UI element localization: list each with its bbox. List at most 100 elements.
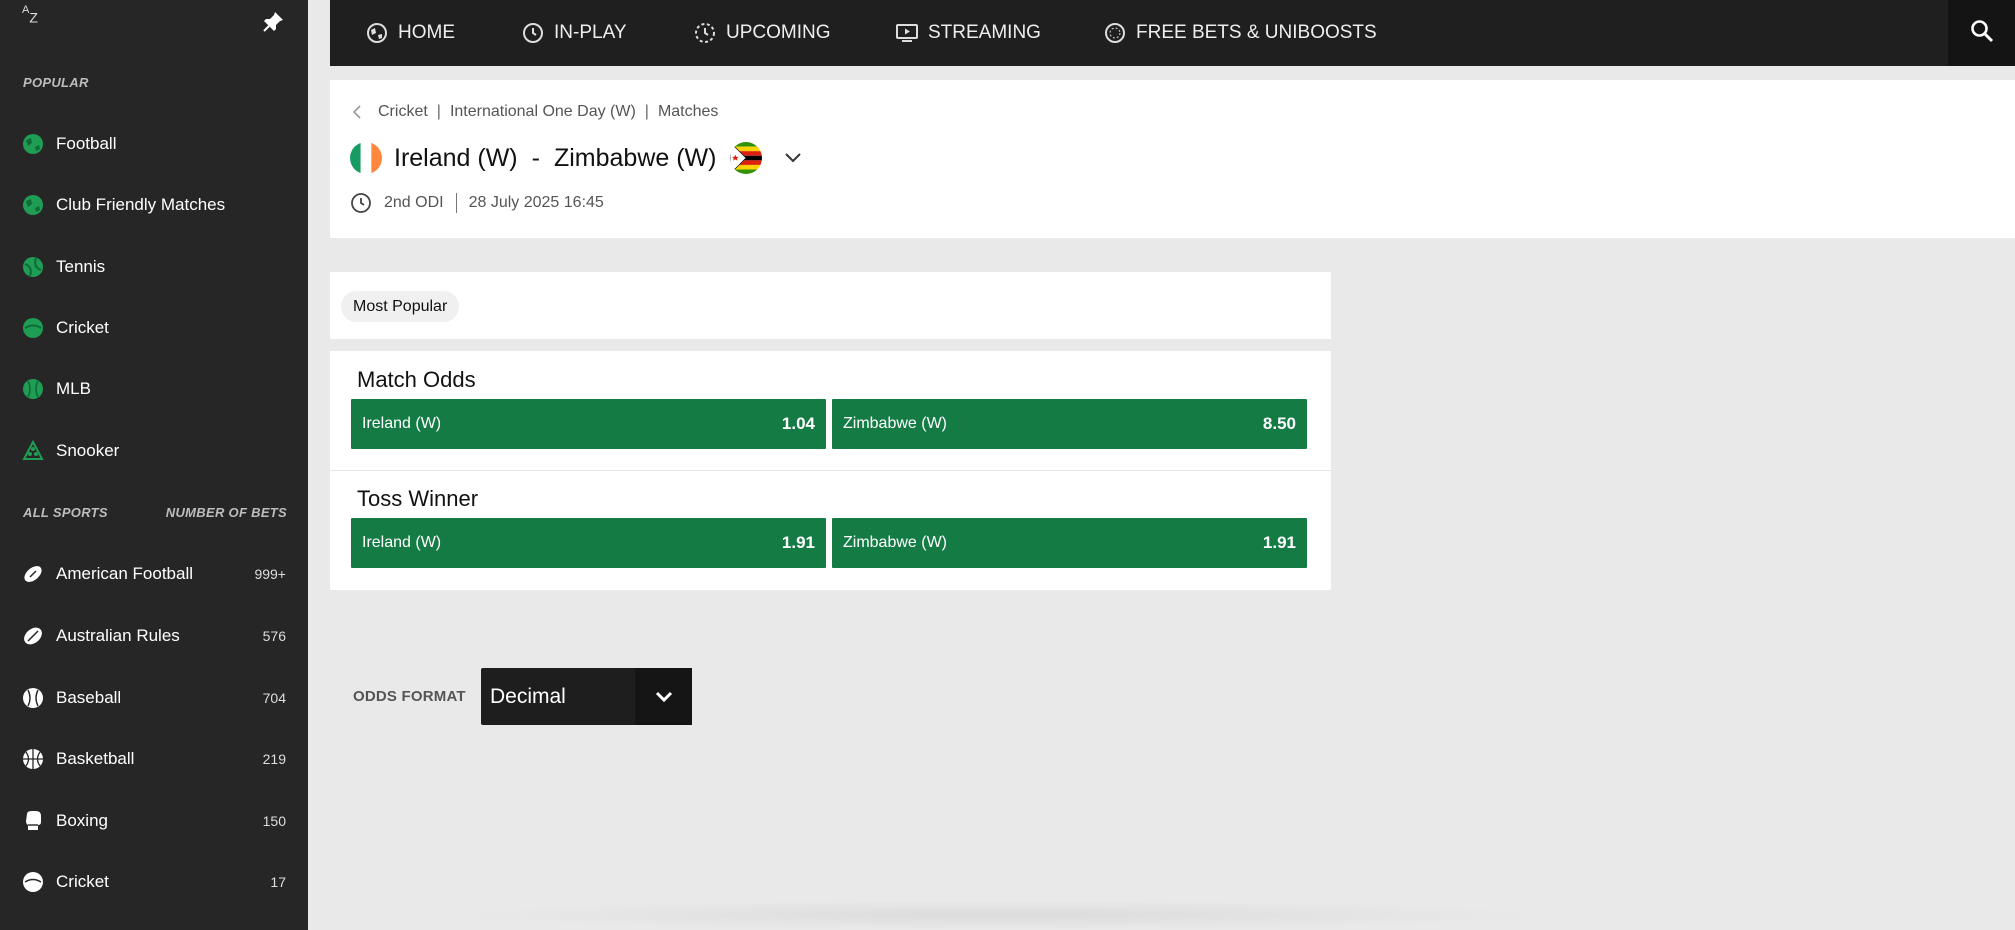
baseball-icon xyxy=(22,378,44,400)
sidebar-item-label: Boxing xyxy=(56,811,108,830)
event-title: Ireland (W) - Zimbabwe (W) xyxy=(350,142,802,174)
football-icon xyxy=(22,194,44,216)
sidebar-item-snooker[interactable]: Snooker xyxy=(0,423,308,479)
cricket-icon xyxy=(22,317,44,339)
away-team-name: Zimbabwe (W) xyxy=(553,143,717,172)
snooker-icon xyxy=(22,440,44,462)
sidebar-item-label: Cricket xyxy=(56,872,109,891)
sidebar-item-label: Tennis xyxy=(56,257,106,276)
event-header: Cricket | International One Day (W) | Ma… xyxy=(330,80,2015,238)
baseball-icon xyxy=(22,687,44,709)
popular-label: POPULAR xyxy=(23,75,89,90)
sidebar-top: AZ xyxy=(0,0,308,50)
sidebar-item-label: Cricket xyxy=(56,318,109,337)
nav-home[interactable]: HOME xyxy=(365,0,455,66)
clock-icon xyxy=(521,21,545,45)
sidebar-item-cricket[interactable]: Cricket xyxy=(0,300,308,356)
breadcrumb-matches[interactable]: Matches xyxy=(658,103,718,121)
meta-divider xyxy=(455,193,457,213)
sidebar-item-australian-rules[interactable]: Australian Rules 576 xyxy=(0,608,308,664)
market-title-match-odds: Match Odds xyxy=(357,367,476,392)
breadcrumb-competition[interactable]: International One Day (W) xyxy=(450,103,636,121)
bet-count: 219 xyxy=(262,751,286,767)
bet-count: 17 xyxy=(270,874,286,890)
pin-icon[interactable] xyxy=(260,9,286,35)
sidebar-item-mlb[interactable]: MLB xyxy=(0,361,308,417)
nav-upcoming[interactable]: UPCOMING xyxy=(693,0,831,66)
bet-count: 576 xyxy=(262,628,286,644)
sidebar-item-label: Australian Rules xyxy=(56,626,180,645)
odds-button-toss-away[interactable]: Zimbabwe (W) 1.91 xyxy=(832,518,1307,568)
sidebar: AZ POPULAR Football Club Friendly Matche… xyxy=(0,0,308,930)
market-title-toss-winner: Toss Winner xyxy=(357,486,479,511)
nav-home-label: HOME xyxy=(398,22,455,43)
breadcrumb-separator: | xyxy=(644,103,649,120)
sidebar-item-american-football[interactable]: American Football 999+ xyxy=(0,546,308,602)
nav-upcoming-label: UPCOMING xyxy=(726,22,831,43)
footer-shadow xyxy=(450,900,1550,930)
az-label-a: A xyxy=(22,4,30,16)
search-button[interactable] xyxy=(1948,0,2015,66)
sidebar-item-baseball[interactable]: Baseball 704 xyxy=(0,670,308,726)
event-stage: 2nd ODI xyxy=(384,194,444,211)
event-meta: 2nd ODI 28 July 2025 16:45 xyxy=(350,192,604,214)
sidebar-item-tennis[interactable]: Tennis xyxy=(0,239,308,295)
home-team-name: Ireland (W) xyxy=(394,143,518,172)
nav-in-play-label: IN-PLAY xyxy=(554,22,627,43)
odds-format-label: ODDS FORMAT xyxy=(353,688,466,705)
outcome-label: Ireland (W) xyxy=(362,415,442,432)
sidebar-item-boxing[interactable]: Boxing 150 xyxy=(0,793,308,849)
odds-button-match-away[interactable]: Zimbabwe (W) 8.50 xyxy=(832,399,1307,449)
odds-button-toss-home[interactable]: Ireland (W) 1.91 xyxy=(351,518,826,568)
team-separator: - xyxy=(531,143,540,172)
sidebar-item-basketball[interactable]: Basketball 219 xyxy=(0,731,308,787)
breadcrumb: Cricket | International One Day (W) | Ma… xyxy=(352,103,718,121)
outcome-label: Zimbabwe (W) xyxy=(843,415,948,432)
sidebar-item-label: Snooker xyxy=(56,441,120,460)
zimbabwe-flag-icon xyxy=(730,142,763,174)
chevron-down-icon xyxy=(635,668,692,725)
outcome-price: 8.50 xyxy=(1262,414,1296,433)
outcome-price: 1.04 xyxy=(781,414,815,433)
sidebar-item-label: Club Friendly Matches xyxy=(56,195,226,214)
sidebar-item-football[interactable]: Football xyxy=(0,116,308,172)
nav-free-bets[interactable]: FREE BETS & UNIBOOSTS xyxy=(1103,0,1377,66)
nav-free-bets-label: FREE BETS & UNIBOOSTS xyxy=(1136,22,1377,43)
australian-rules-icon xyxy=(22,625,44,647)
odds-button-match-home[interactable]: Ireland (W) 1.04 xyxy=(351,399,826,449)
chevron-down-icon[interactable] xyxy=(784,152,802,164)
home-icon xyxy=(365,21,389,45)
upcoming-icon xyxy=(693,21,717,45)
nav-streaming[interactable]: STREAMING xyxy=(895,0,1041,66)
market-tabs: Most Popular xyxy=(330,272,1331,339)
odds-format-select[interactable]: Decimal xyxy=(481,668,692,725)
bet-count: 999+ xyxy=(254,566,286,582)
football-icon xyxy=(22,133,44,155)
tab-most-popular[interactable]: Most Popular xyxy=(341,291,460,322)
basketball-icon xyxy=(22,748,44,770)
tennis-icon xyxy=(22,256,44,278)
sidebar-item-club-friendly[interactable]: Club Friendly Matches xyxy=(0,177,308,233)
outcome-price: 1.91 xyxy=(781,533,815,552)
sidebar-item-label: MLB xyxy=(56,379,91,398)
number-of-bets-label: NUMBER OF BETS xyxy=(165,505,287,520)
breadcrumb-cricket[interactable]: Cricket xyxy=(378,103,428,121)
back-chevron-icon[interactable] xyxy=(352,105,362,119)
az-sort-button[interactable]: AZ xyxy=(22,4,38,26)
market-divider xyxy=(330,470,1331,471)
top-navigation: HOME IN-PLAY UPCOMING STREAMING FREE BET… xyxy=(330,0,2015,66)
sidebar-item-cricket-all[interactable]: Cricket 17 xyxy=(0,854,308,910)
bet-count: 704 xyxy=(262,690,286,706)
outcome-label: Ireland (W) xyxy=(362,534,442,551)
all-sports-label: ALL SPORTS xyxy=(23,505,108,520)
boxing-icon xyxy=(22,810,44,832)
odds-format-value: Decimal xyxy=(490,684,566,708)
nav-in-play[interactable]: IN-PLAY xyxy=(521,0,627,66)
nav-streaming-label: STREAMING xyxy=(928,22,1041,43)
outcome-price: 1.91 xyxy=(1262,533,1296,552)
clock-icon xyxy=(350,192,372,214)
free-bets-icon xyxy=(1103,21,1127,45)
ireland-flag-icon xyxy=(350,142,382,174)
bet-count: 150 xyxy=(262,813,286,829)
outcome-label: Zimbabwe (W) xyxy=(843,534,948,551)
